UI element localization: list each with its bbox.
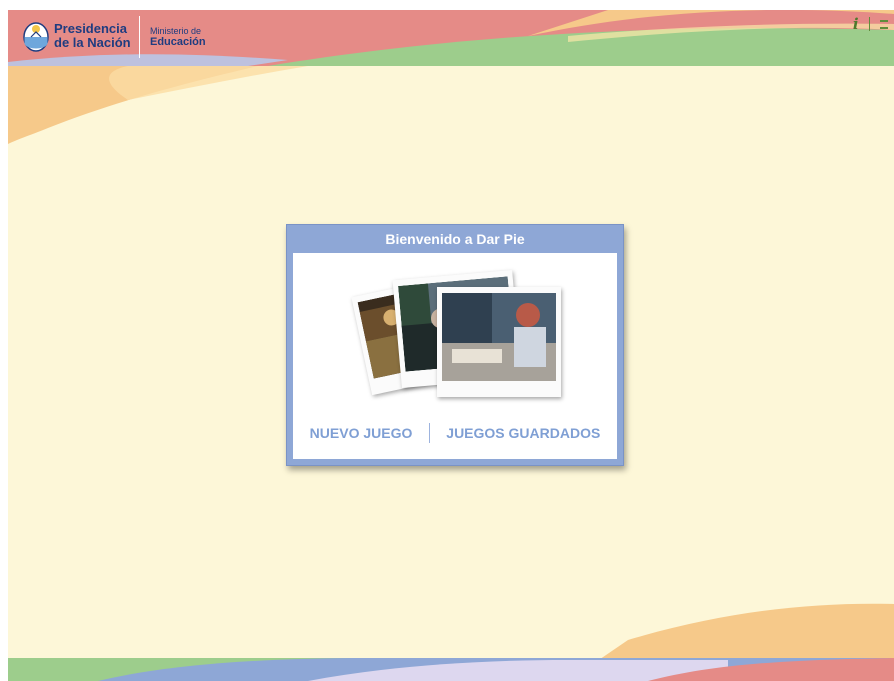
top-toolbar: i [853, 14, 888, 33]
actions-divider [428, 423, 430, 443]
ministerio-line2: Educación [150, 36, 206, 48]
new-game-button[interactable]: NUEVO JUEGO [310, 425, 413, 441]
presidencia-line1: Presidencia [54, 21, 127, 36]
dialog-title: Bienvenido a Dar Pie [385, 231, 525, 247]
presidencia-label: Presidencia de la Nación [54, 22, 152, 50]
app-stage: Presidencia de la Nación Ministerio de E… [8, 10, 894, 681]
argentina-shield-icon [23, 22, 49, 52]
photo-card-3 [437, 287, 561, 397]
photo-stack [351, 261, 573, 411]
ministerio-label: Ministerio de Educación [150, 26, 260, 48]
menu-icon[interactable] [880, 19, 888, 29]
dialog-panel: NUEVO JUEGO JUEGOS GUARDADOS [293, 253, 617, 459]
toolbar-divider [868, 17, 870, 31]
ministerio-line1: Ministerio de [150, 26, 202, 36]
logo-divider [139, 16, 140, 58]
info-icon[interactable]: i [853, 15, 859, 33]
photo-image-3 [442, 293, 556, 381]
welcome-dialog: Bienvenido a Dar Pie NUEVO JUEGO JUEGOS … [286, 224, 624, 466]
dialog-actions: NUEVO JUEGO JUEGOS GUARDADOS [293, 423, 617, 447]
government-logo: Presidencia de la Nación Ministerio de E… [22, 14, 252, 60]
presidencia-line2: de la Nación [54, 35, 131, 50]
saved-games-button[interactable]: JUEGOS GUARDADOS [446, 425, 600, 441]
